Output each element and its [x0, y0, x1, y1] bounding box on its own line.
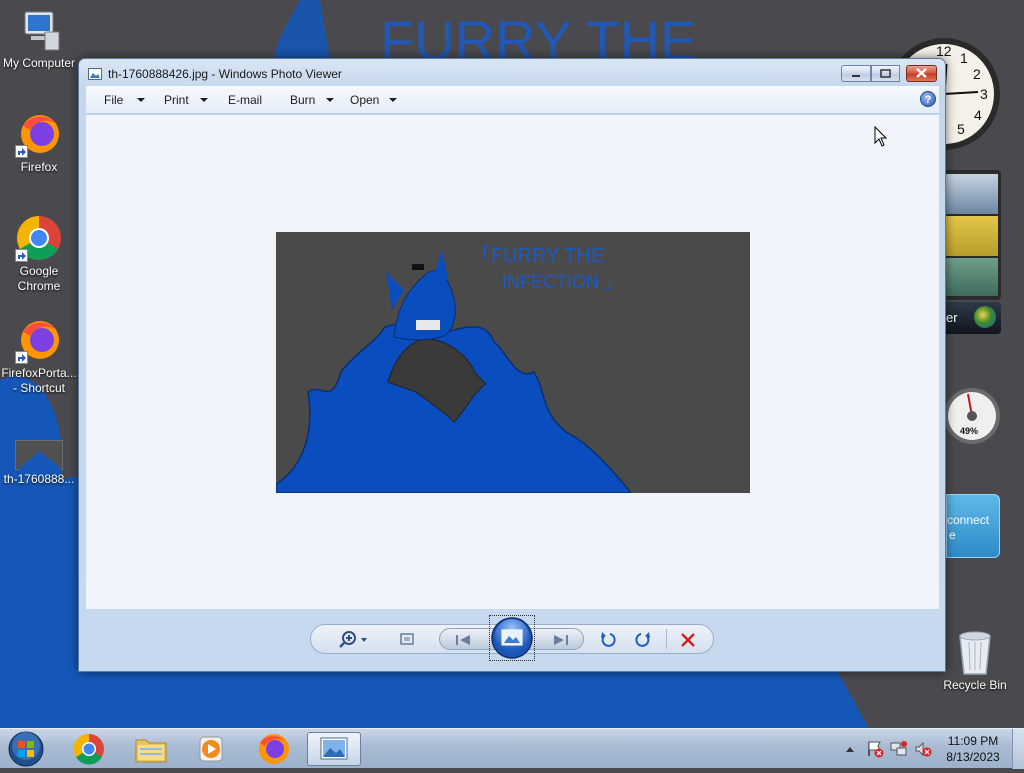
cpu-meter-value: 49% [960, 426, 979, 436]
icon-label: th-1760888... [3, 472, 75, 486]
photo-viewer-app-icon [88, 67, 102, 80]
close-icon [916, 68, 927, 78]
firefox-icon [15, 318, 63, 364]
taskbar-photo-viewer[interactable] [307, 732, 361, 766]
connect-gadget[interactable]: connect e [946, 494, 1000, 558]
firefox-icon [259, 734, 289, 764]
taskbar-explorer[interactable] [124, 732, 178, 766]
chrome-icon [15, 214, 63, 262]
connect-text-2: e [949, 528, 956, 542]
previous-icon [454, 633, 474, 645]
chevron-down-icon[interactable] [389, 98, 397, 102]
slideshow-button[interactable] [489, 615, 535, 661]
menu-burn[interactable]: Burn [290, 93, 315, 107]
media-player-icon [199, 736, 223, 762]
clock-time: 11:09 PM [947, 734, 999, 748]
taskbar-chrome[interactable] [62, 732, 116, 766]
title-bar[interactable]: th-1760888426.jpg - Windows Photo Viewer [79, 59, 945, 87]
icon-label: Firefox [20, 160, 58, 174]
chevron-down-icon[interactable] [137, 98, 145, 102]
cpu-meter-gadget[interactable]: 49% [944, 384, 1002, 454]
image-caption-line-2: INFECTION 」 [502, 272, 622, 292]
icon-label: Recycle Bin [943, 678, 1007, 692]
photo-viewer-icon [320, 737, 348, 760]
image-caption-line-1: 「FURRY THE [471, 244, 604, 267]
delete-icon [681, 633, 695, 647]
image-viewport[interactable]: 「FURRY THE INFECTION 」 [86, 115, 939, 609]
show-hidden-icons-button[interactable] [844, 743, 856, 755]
minimize-icon [852, 75, 860, 77]
zoom-in-icon [339, 631, 367, 648]
slideshow-icon [491, 617, 533, 659]
show-desktop-button[interactable] [1012, 729, 1024, 769]
help-icon[interactable]: ? [920, 91, 936, 107]
maximize-icon [880, 69, 891, 78]
rotate-clockwise-button[interactable] [633, 630, 653, 650]
window-title: th-1760888426.jpg - Windows Photo Viewer [108, 67, 342, 81]
desktop-icon-my-computer[interactable]: My Computer [0, 8, 78, 71]
menu-print[interactable]: Print [164, 93, 189, 107]
command-bar: File Print E-mail Burn Open ? [86, 86, 939, 114]
clock-date: 8/13/2023 [946, 750, 1000, 764]
icon-label: Google Chrome [17, 264, 61, 293]
start-button[interactable] [6, 730, 46, 768]
taskbar: 11:09 PM 8/13/2023 [0, 728, 1024, 769]
taskbar-media-player[interactable] [184, 732, 238, 766]
maximize-button[interactable] [871, 65, 900, 82]
desktop-icon-google-chrome[interactable]: Google Chrome [0, 214, 78, 294]
svg-text:3: 3 [980, 86, 988, 102]
folder-icon [135, 739, 167, 763]
photo-viewer-window[interactable]: th-1760888426.jpg - Windows Photo Viewer… [78, 58, 946, 672]
close-button[interactable] [906, 65, 937, 82]
cpu-gauge-icon [944, 388, 1000, 444]
delete-button[interactable] [678, 630, 698, 650]
volume-muted-icon[interactable] [914, 740, 932, 758]
svg-text:2: 2 [973, 66, 981, 82]
rotate-counterclockwise-button[interactable] [598, 630, 618, 650]
network-icon[interactable] [890, 740, 908, 758]
shortcut-arrow-icon [15, 145, 28, 158]
clock-area[interactable]: 11:09 PM 8/13/2023 [936, 729, 1010, 769]
slideshow-gadget[interactable]: er [946, 170, 1001, 335]
chevron-up-icon [846, 747, 854, 752]
recycle-bin-icon [955, 630, 995, 676]
rotate-right-icon [635, 632, 650, 647]
windows-start-icon [8, 731, 44, 767]
windows-logo-icon [974, 306, 996, 328]
computer-icon [15, 8, 63, 54]
desktop-icon-firefox-portable[interactable]: FirefoxPorta... - Shortcut [0, 318, 78, 396]
chevron-down-icon[interactable] [326, 98, 334, 102]
menu-open[interactable]: Open [350, 93, 379, 107]
taskbar-firefox[interactable] [246, 732, 300, 766]
menu-email[interactable]: E-mail [228, 93, 262, 107]
rotate-left-icon [601, 632, 616, 647]
mouse-cursor [874, 125, 888, 148]
desktop-icon-recycle-bin[interactable]: Recycle Bin [936, 630, 1014, 693]
desktop-icon-firefox[interactable]: Firefox [0, 112, 78, 175]
image-thumbnail-icon [14, 439, 64, 471]
fit-to-window-icon [400, 633, 414, 645]
shortcut-arrow-icon [15, 351, 28, 364]
desktop-icon-image-file[interactable]: th-1760888... [0, 439, 78, 487]
menu-file[interactable]: File [104, 93, 123, 107]
shortcut-arrow-icon [15, 249, 28, 262]
next-icon [550, 633, 570, 645]
gadget-text: er [946, 310, 958, 325]
chrome-icon [73, 733, 104, 765]
svg-text:12: 12 [936, 43, 952, 59]
action-center-icon[interactable] [866, 740, 884, 758]
chevron-down-icon[interactable] [200, 98, 208, 102]
zoom-button[interactable] [337, 629, 371, 649]
svg-text:5: 5 [957, 121, 965, 137]
displayed-image: 「FURRY THE INFECTION 」 [276, 232, 750, 493]
icon-label: My Computer [2, 56, 76, 70]
svg-text:4: 4 [974, 107, 982, 123]
svg-text:1: 1 [960, 50, 968, 66]
connect-text: connect [947, 513, 990, 527]
icon-label: FirefoxPorta... - Shortcut [1, 366, 77, 395]
toolbar-divider [666, 629, 667, 649]
actual-size-button[interactable] [398, 631, 416, 647]
minimize-button[interactable] [841, 65, 871, 82]
firefox-icon [15, 112, 63, 158]
